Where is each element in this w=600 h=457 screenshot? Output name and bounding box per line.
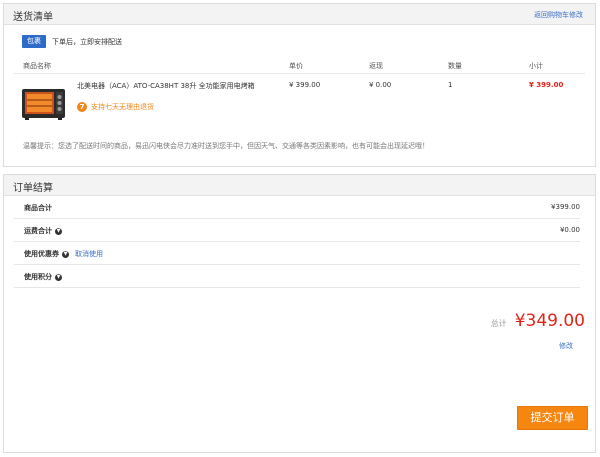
seven-day-return-tag: 7 支持七天无理由退货 [77,102,154,112]
chevron-down-icon[interactable]: ▼ [55,227,62,235]
shipping-total-value: ¥0.00 [559,226,580,234]
order-settlement-panel: 订单结算 商品合计 ¥399.00 运费合计 ▼ ¥0.00 使用优惠券 ▼ 取… [3,174,596,453]
coupon-label[interactable]: 使用优惠券 ▼ 取消使用 [24,249,103,259]
shipping-list-header: 送货清单 返回购物车修改 [4,4,595,25]
package-notice: 包裹 下单后，立即安排配送 [22,33,122,50]
header-divider [14,73,585,74]
goods-total-label: 商品合计 [24,203,52,213]
modify-link[interactable]: 修改 [559,341,573,351]
item-price: ¥ 399.00 [289,81,321,89]
order-settlement-header: 订单结算 [4,175,595,196]
column-header-cashback: 返现 [369,62,383,70]
back-to-cart-link[interactable]: 返回购物车修改 [534,10,583,20]
delivery-tip: 温馨提示：您选了配送时间的商品，易迅闪电侠会尽力准时送到您手中，但因天气、交通等… [23,142,429,150]
coupon-label-text: 使用优惠券 [24,250,59,258]
shipping-total-label[interactable]: 运费合计 ▼ [24,226,62,236]
total-amount: ¥349.00 [514,311,585,331]
total-label: 总计 [490,319,507,328]
coupon-row[interactable]: 使用优惠券 ▼ 取消使用 [14,242,580,265]
shipping-list-panel: 送货清单 返回购物车修改 包裹 下单后，立即安排配送 商品名称 单价 返现 数量… [3,3,596,167]
column-header-qty: 数量 [448,62,462,70]
shipping-total-label-text: 运费合计 [24,227,52,235]
shipping-total-row[interactable]: 运费合计 ▼ ¥0.00 [14,219,580,242]
item-quantity: 1 [448,81,453,89]
goods-total-value: ¥399.00 [551,203,580,211]
goods-total-label-text: 商品合计 [24,204,52,212]
points-label-text: 使用积分 [24,273,52,281]
oven-image-icon[interactable] [21,83,66,123]
column-header-subtotal: 小计 [529,62,543,70]
points-label[interactable]: 使用积分 ▼ [24,272,62,282]
order-total: 总计 ¥349.00 [491,311,585,331]
item-subtotal: ¥ 399.00 [529,81,564,89]
return-badge-icon: 7 [77,102,87,112]
package-badge: 包裹 [22,35,46,48]
item-cashback: ¥ 0.00 [369,81,392,89]
package-notice-text: 下单后，立即安排配送 [52,37,122,46]
chevron-down-icon[interactable]: ▼ [55,273,62,281]
goods-total-row: 商品合计 ¥399.00 [14,196,580,219]
product-name-link[interactable]: 北美电器（ACA）ATO-CA38HT 38升 全功能家用电烤箱 [77,81,267,91]
submit-order-button[interactable]: 提交订单 [517,406,588,430]
points-row[interactable]: 使用积分 ▼ [14,265,580,288]
return-policy-text: 支持七天无理由退货 [91,103,154,111]
shipping-list-title: 送货清单 [13,12,53,23]
order-settlement-title: 订单结算 [13,183,53,194]
column-header-price: 单价 [289,62,303,70]
chevron-down-icon[interactable]: ▼ [62,250,69,258]
column-header-name: 商品名称 [23,62,51,70]
cancel-coupon-link[interactable]: 取消使用 [75,249,103,259]
